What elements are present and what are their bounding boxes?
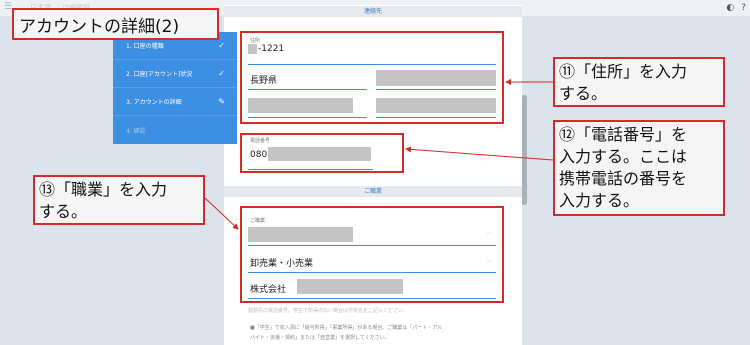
arrow-phone [405, 146, 554, 161]
arrow-occupation [204, 197, 239, 230]
callout-arrows [204, 79, 554, 230]
